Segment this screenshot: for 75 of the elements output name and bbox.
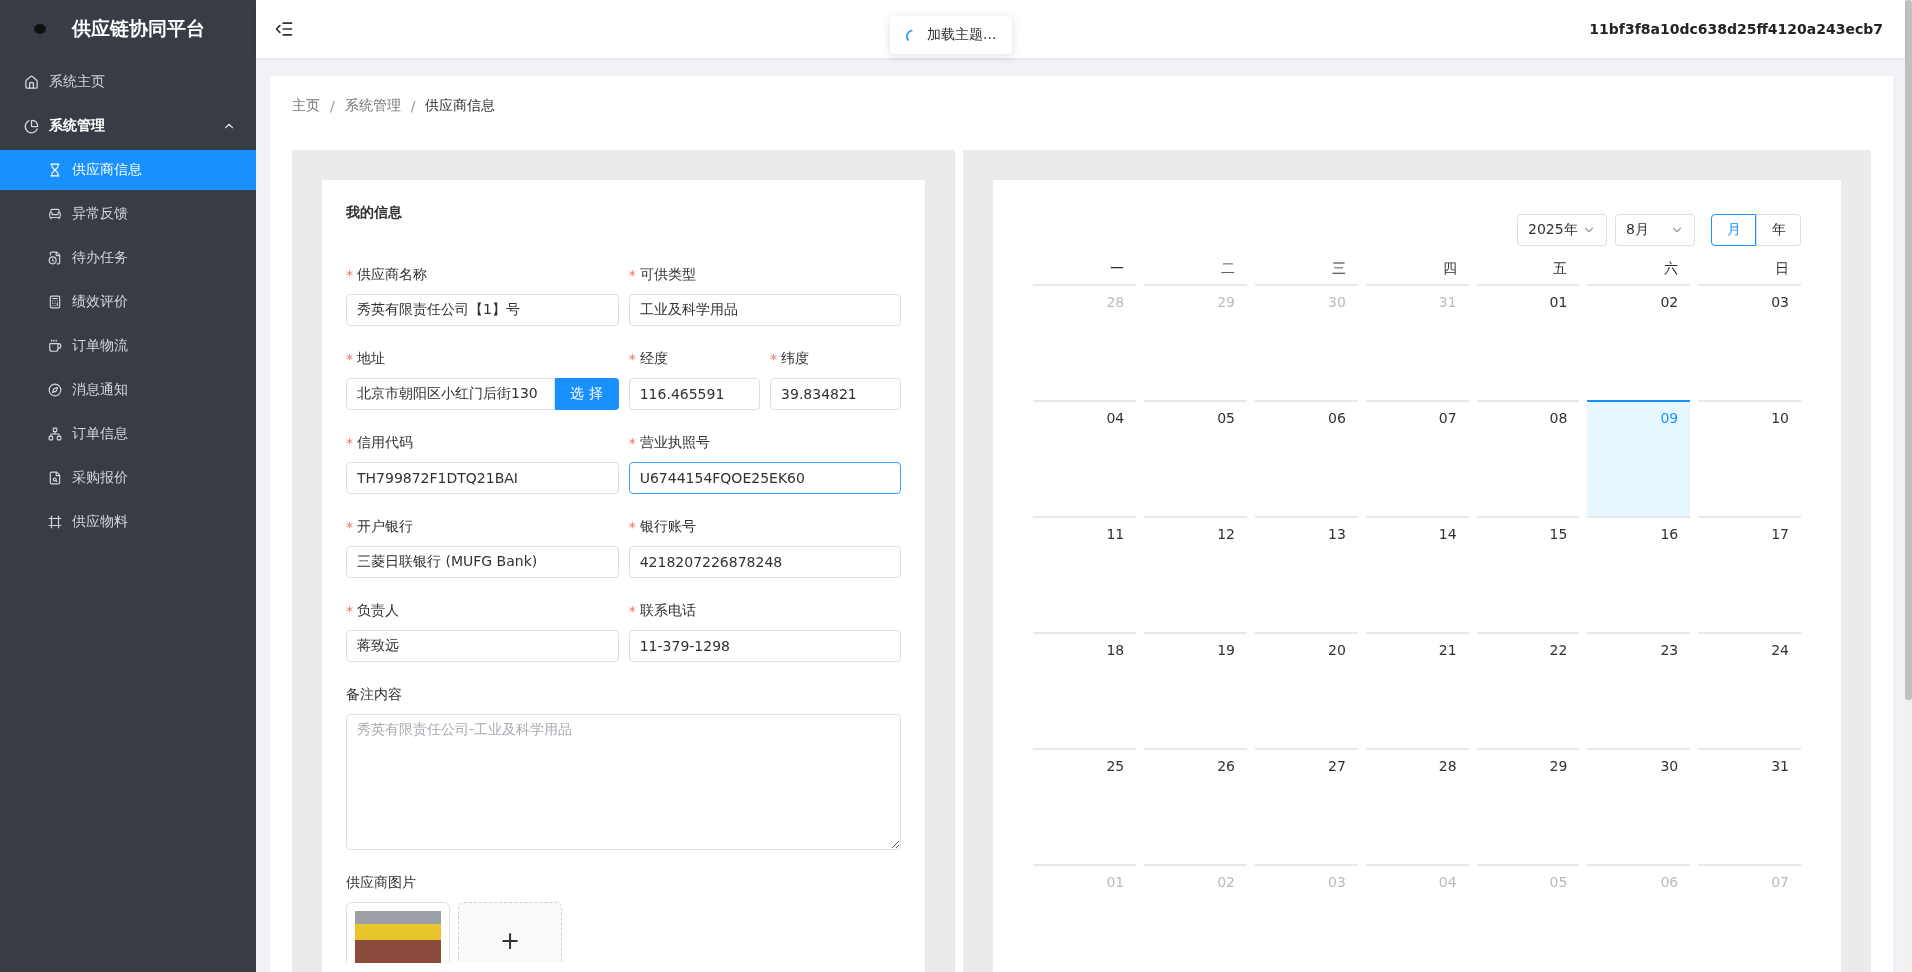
- field-label: 开户银行: [357, 518, 413, 536]
- scrollbar-thumb[interactable]: [1905, 0, 1912, 700]
- required-mark: *: [346, 519, 353, 535]
- address-field[interactable]: 北京市朝阳区小红门后街130: [346, 378, 555, 410]
- field-label: 信用代码: [357, 434, 413, 452]
- text-field[interactable]: 11-379-1298: [628, 630, 902, 662]
- field-label: 供应商图片: [346, 874, 416, 892]
- notes-field[interactable]: 秀英有限责任公司-工业及科学用品: [346, 714, 902, 850]
- field-label: 地址: [357, 350, 385, 368]
- required-mark: *: [346, 603, 353, 619]
- text-field[interactable]: 工业及科学用品: [628, 294, 902, 326]
- document-search-icon: [48, 471, 62, 485]
- text-field[interactable]: 4218207226878248: [628, 546, 902, 578]
- field-label: 纬度: [781, 350, 810, 368]
- menu-item[interactable]: 异常反馈: [0, 194, 256, 234]
- month-select[interactable]: 8月: [1615, 214, 1695, 246]
- breadcrumb-separator: /: [410, 98, 416, 114]
- field-label: 负责人: [357, 602, 399, 620]
- compass-icon: [48, 383, 62, 397]
- field-label: 备注内容: [346, 686, 402, 704]
- menu-item[interactable]: 供应物料: [0, 502, 256, 542]
- upload-button[interactable]: +: [458, 902, 562, 962]
- required-mark: *: [346, 435, 353, 451]
- text-field[interactable]: U6744154FQOE25EK60: [628, 462, 902, 494]
- field-label: 联系电话: [639, 602, 696, 620]
- menu-item[interactable]: 待办任务: [0, 238, 256, 278]
- user-id[interactable]: 11bf3f8a10dc638d25ff4120a243ecb7: [1589, 21, 1883, 37]
- cup-icon: [48, 339, 62, 353]
- text-field[interactable]: 三菱日联银行 (MUFG Bank): [346, 546, 619, 578]
- document-clock-icon: [48, 251, 62, 265]
- frame-icon: [48, 515, 62, 529]
- toast-text: 加载主题...: [927, 26, 997, 44]
- field-label: 经度: [639, 350, 668, 368]
- field-label: 银行账号: [639, 518, 696, 536]
- menu-item[interactable]: 绩效评价: [0, 282, 256, 322]
- required-mark: *: [346, 351, 353, 367]
- required-mark: *: [628, 519, 636, 535]
- pie-chart-icon: [24, 118, 39, 134]
- menu-group[interactable]: 系统管理: [0, 106, 256, 146]
- text-field[interactable]: 116.465591: [628, 378, 761, 410]
- required-mark: *: [628, 603, 636, 619]
- field-label: 营业执照号: [639, 434, 710, 452]
- menu-item[interactable]: 采购报价: [0, 458, 256, 498]
- text-field[interactable]: 39.834821: [770, 378, 902, 410]
- app-title: 供应链协同平台: [72, 16, 205, 41]
- hourglass-icon: [48, 163, 62, 177]
- hierarchy-icon: [48, 427, 62, 441]
- breadcrumb-link[interactable]: 系统管理: [344, 97, 401, 115]
- field-label: 可供类型: [639, 266, 696, 284]
- chair-icon: [48, 207, 62, 221]
- required-mark: *: [628, 435, 636, 451]
- required-mark: *: [770, 351, 778, 367]
- home-icon: [24, 74, 39, 90]
- required-mark: *: [628, 351, 636, 367]
- spinner-icon: [906, 29, 913, 41]
- required-mark: *: [346, 267, 353, 283]
- breadcrumb-link[interactable]: 供应商信息: [425, 97, 496, 115]
- image-thumbnail[interactable]: [346, 902, 450, 962]
- breadcrumb-link[interactable]: 主页: [292, 97, 320, 115]
- required-mark: *: [628, 267, 636, 283]
- text-field[interactable]: TH799872F1DTQ21BAI: [346, 462, 619, 494]
- calculator-icon: [48, 295, 62, 309]
- logo-icon: [34, 23, 46, 35]
- form-title: 我的信息: [346, 204, 403, 222]
- breadcrumb-separator: /: [330, 98, 335, 114]
- menu-item[interactable]: 系统主页: [0, 62, 256, 102]
- menu-item[interactable]: 订单信息: [0, 414, 256, 454]
- view-mode-button[interactable]: 年: [1756, 214, 1801, 246]
- menu-item[interactable]: 消息通知: [0, 370, 256, 410]
- menu-item[interactable]: 订单物流: [0, 326, 256, 366]
- year-select[interactable]: 2025年: [1517, 214, 1607, 246]
- field-label: 供应商名称: [357, 266, 427, 284]
- text-field[interactable]: 蒋致远: [346, 630, 619, 662]
- text-field[interactable]: 秀英有限责任公司【1】号: [346, 294, 619, 326]
- menu-toggle-icon[interactable]: [274, 19, 294, 39]
